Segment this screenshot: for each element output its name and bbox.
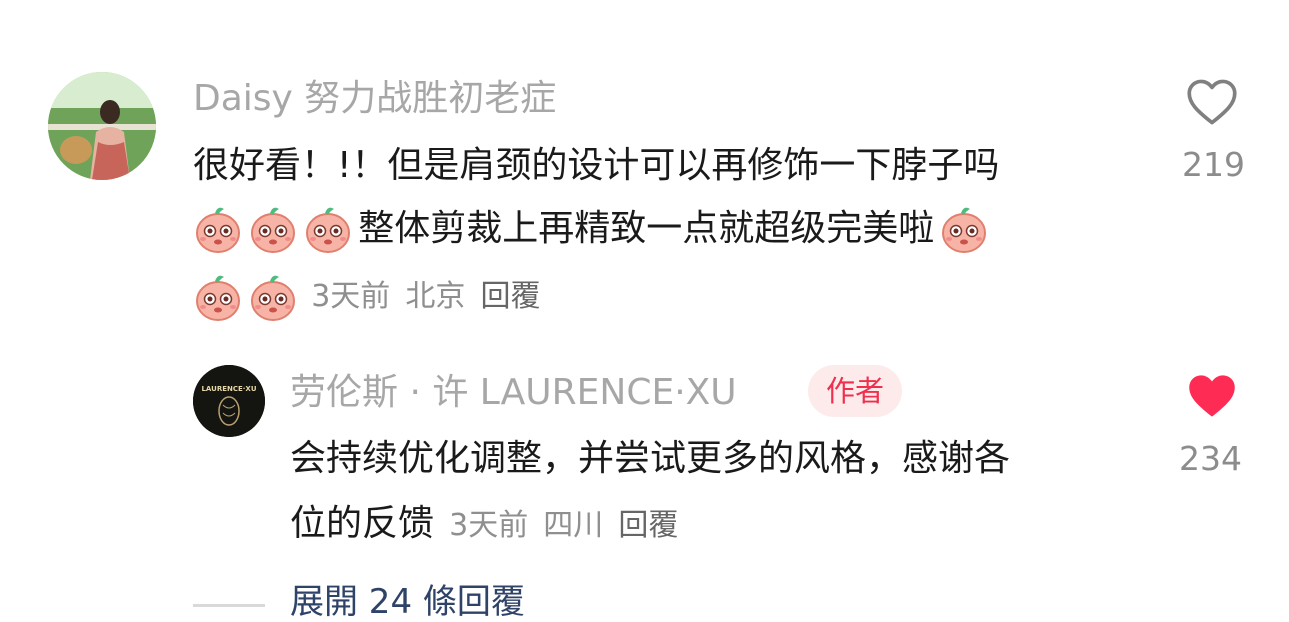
reply-text-line2-row: 位的反馈 3天前 四川 回覆 (290, 506, 678, 542)
crying-face-sticker-icon (248, 272, 298, 322)
reply-location: 四川 (543, 508, 604, 543)
reply-time: 3天前 (449, 508, 529, 543)
author-badge: 作者 (808, 365, 903, 417)
reply-like-count: 234 (1179, 439, 1242, 478)
heart-outline-icon (1187, 79, 1237, 125)
reply-text-line2: 位的反馈 (290, 503, 435, 544)
crying-face-sticker-icon (303, 204, 353, 254)
comment-location: 北京 (405, 279, 466, 314)
comment-text-line1: 很好看！!！但是肩颈的设计可以再修饰一下脖子吗 (193, 145, 1000, 186)
crying-face-sticker-icon (939, 204, 989, 254)
crying-face-sticker-icon (193, 204, 243, 254)
reply-text-line1: 会持续优化调整，并尝试更多的风格，感谢各 (290, 438, 1011, 479)
comment-text-line2-row: 整体剪裁上再精致一点就超级完美啦 (193, 204, 989, 256)
reply-username[interactable]: 劳伦斯 · 许 LAURENCE·XU (290, 375, 737, 411)
comment-text-line2: 整体剪裁上再精致一点就超级完美啦 (358, 208, 935, 249)
reply-like-button[interactable] (1186, 372, 1238, 420)
expand-divider (193, 604, 265, 607)
comment-like-count: 219 (1182, 145, 1245, 184)
commenter-username[interactable]: Daisy 努力战胜初老症 (193, 81, 556, 117)
commenter-avatar[interactable] (48, 72, 156, 180)
comment-like-button[interactable] (1186, 78, 1238, 126)
crying-face-sticker-icon (193, 272, 243, 322)
expand-replies-button[interactable]: 展開 24 條回覆 (290, 585, 525, 619)
comment-meta-row: 3天前 北京 回覆 (193, 272, 540, 324)
crying-face-sticker-icon (248, 204, 298, 254)
comment-time: 3天前 (311, 279, 391, 314)
reply-avatar-text: LAURENCE·XU (201, 385, 256, 393)
reply-reply-button[interactable]: 回覆 (618, 508, 678, 543)
heart-filled-icon (1189, 375, 1235, 417)
comment-reply-button[interactable]: 回覆 (480, 279, 540, 314)
reply-avatar[interactable]: LAURENCE·XU (193, 365, 265, 437)
